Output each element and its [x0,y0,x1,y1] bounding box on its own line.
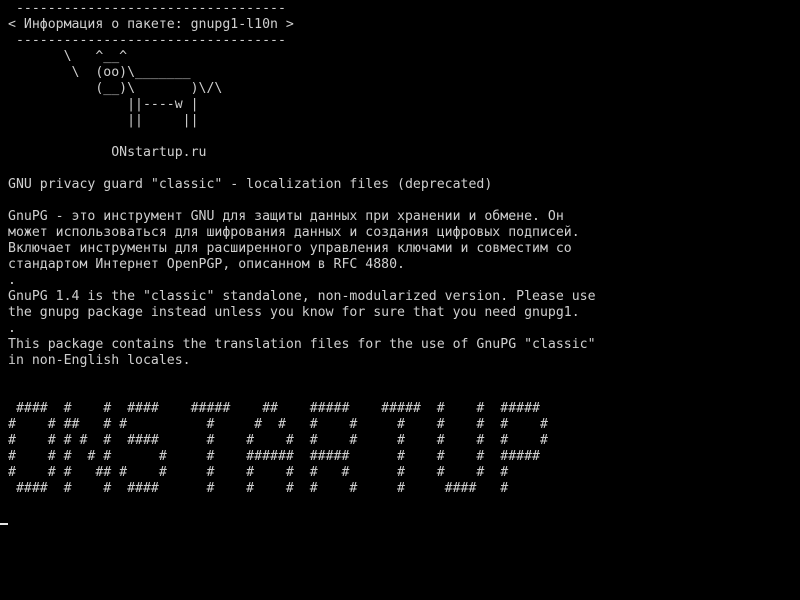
terminal-line: . [8,273,16,288]
terminal-line: GnuPG - это инструмент GNU для защиты да… [8,209,564,224]
terminal-line: ---------------------------------- [8,33,286,48]
terminal-line: in non-English locales. [8,353,191,368]
terminal-line: GNU privacy guard "classic" - localizati… [8,177,493,192]
terminal-line: the gnupg package instead unless you kno… [8,305,580,320]
banner-line: # # # # # #### # # # # # # # # # # [8,433,548,448]
terminal-line: может использоваться для шифрования данн… [8,225,580,240]
terminal-line: \ (oo)\_______ [8,65,191,80]
banner-line: #### # # #### # # # # # # #### # [8,481,509,496]
banner-line: # # # # # # # ###### ##### # # # ##### [8,449,540,464]
terminal-line: This package contains the translation fi… [8,337,596,352]
text-cursor [0,523,8,525]
terminal-line: || || [8,113,199,128]
terminal-line: < Информация о пакете: gnupg1-l10n > [8,17,294,32]
terminal-line: . [8,321,16,336]
banner-line: #### # # #### ##### ## ##### ##### # # #… [8,401,540,416]
terminal-line: \ ^__^ [8,49,128,64]
terminal-screen[interactable]: ---------------------------------- < Инф… [0,0,800,600]
terminal-line: ---------------------------------- [8,1,286,16]
banner-line: # # # ## # # # # # # # # # # # [8,465,509,480]
terminal-line: стандартом Интернет OpenPGP, описанном в… [8,257,405,272]
terminal-line: Включает инструменты для расширенного уп… [8,241,572,256]
terminal-line: ||----w | [8,97,199,112]
terminal-line: ONstartup.ru [8,145,207,160]
terminal-line: (__)\ )\/\ [8,81,223,96]
terminal-line: GnuPG 1.4 is the "classic" standalone, n… [8,289,596,304]
banner-line: # # ## # # # # # # # # # # # # [8,417,548,432]
